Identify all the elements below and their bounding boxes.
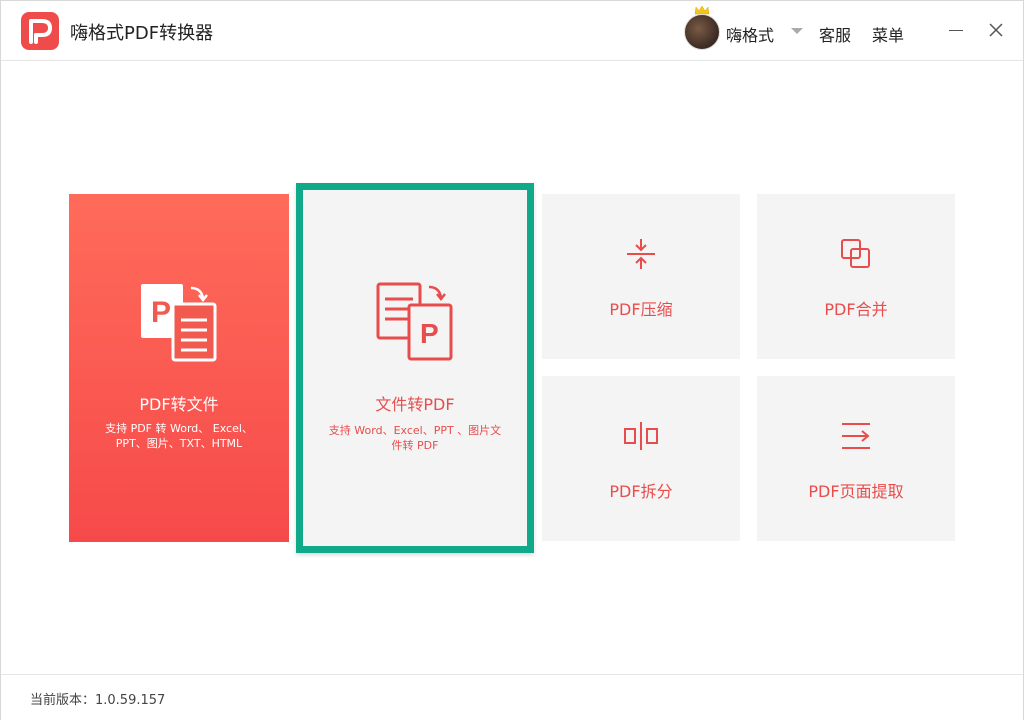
file-to-pdf-card[interactable]: P 文件转PDF 支持 Word、Excel、PPT 、图片文 件转 PDF (296, 183, 534, 553)
pdf-to-file-desc-line2: PPT、图片、TXT、HTML (115, 437, 243, 450)
page-extract-icon (842, 423, 870, 449)
footer-bar: 当前版本：1.0.59.157 (1, 674, 1023, 720)
svg-text:P: P (151, 296, 171, 329)
file-to-pdf-desc: 支持 Word、Excel、PPT 、图片文 件转 PDF (321, 423, 509, 453)
pdf-to-file-desc: 支持 PDF 转 Word、 Excel、 PPT、图片、TXT、HTML (93, 421, 265, 451)
file-to-pdf-desc-line1: 支持 Word、Excel、PPT 、图片文 (328, 424, 502, 437)
version-label: 当前版本：1.0.59.157 (30, 693, 166, 708)
pdf-to-file-desc-line1: 支持 PDF 转 Word、 Excel、 (105, 422, 253, 435)
pdf-page-extract-card[interactable]: PDF页面提取 (757, 376, 955, 541)
pdf-merge-card[interactable]: PDF合并 (757, 194, 955, 359)
customer-service-link[interactable]: 客服 (819, 22, 851, 46)
pdf-to-file-title: PDF转文件 (139, 395, 219, 414)
file-to-pdf-icon: P (376, 282, 453, 361)
pdf-split-title: PDF拆分 (609, 482, 673, 501)
pdf-page-extract-title: PDF页面提取 (808, 482, 904, 501)
pdf-merge-title: PDF合并 (824, 300, 888, 319)
file-to-pdf-title: 文件转PDF (375, 395, 455, 414)
pdf-compress-title: PDF压缩 (609, 300, 673, 319)
compress-icon (627, 239, 655, 269)
app-title: 嗨格式PDF转换器 (70, 23, 214, 44)
close-icon[interactable] (988, 22, 1004, 38)
split-icon (624, 422, 658, 450)
svg-text:P: P (420, 318, 439, 349)
menu-link[interactable]: 菜单 (872, 22, 904, 46)
user-avatar[interactable] (684, 14, 720, 50)
merge-icon (841, 239, 870, 268)
user-dropdown-chevron-icon[interactable] (791, 28, 803, 34)
file-to-pdf-desc-line2: 件转 PDF (391, 439, 439, 452)
pdf-compress-card[interactable]: PDF压缩 (542, 194, 740, 359)
minimize-button[interactable] (949, 30, 963, 31)
app-logo-icon (21, 12, 59, 50)
username-label[interactable]: 嗨格式 (726, 22, 774, 46)
pdf-to-file-icon: P (141, 284, 217, 362)
app-window: 嗨格式PDF转换器 嗨格式 客服 菜单 P PDF转文件 支持 PDF 转 Wo… (0, 0, 1024, 720)
title-bar: 嗨格式PDF转换器 嗨格式 客服 菜单 (1, 1, 1023, 61)
pdf-to-file-card[interactable]: P PDF转文件 支持 PDF 转 Word、 Excel、 PPT、图片、TX… (69, 194, 289, 542)
pdf-split-card[interactable]: PDF拆分 (542, 376, 740, 541)
